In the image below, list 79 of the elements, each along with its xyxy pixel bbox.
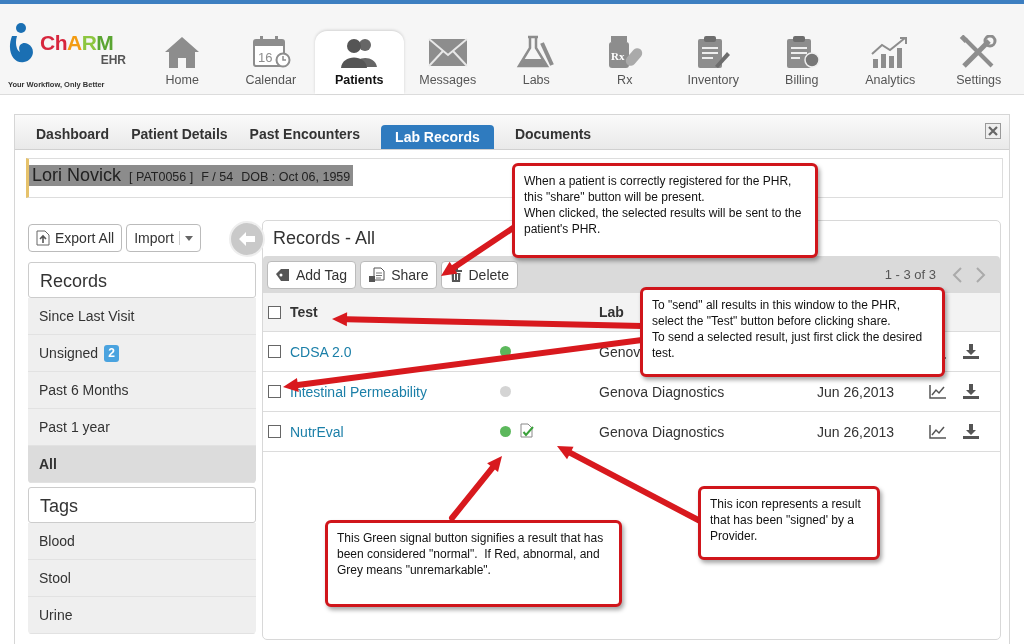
import-button[interactable]: Import	[126, 224, 201, 252]
nav-tab[interactable]: Settings	[934, 31, 1023, 94]
documents-icon	[369, 266, 386, 283]
caret-icon	[184, 235, 193, 241]
arrow	[449, 456, 502, 521]
sidebar-item-label: Past 1 year	[39, 418, 110, 437]
sidebar-item-label: Past 6 Months	[39, 381, 129, 400]
callout-note: To "send" all results in this window to the PHR, select the "Test" button before clicking share. To send a selected result, just first click the desired test.	[640, 287, 945, 377]
download-icon[interactable]	[963, 344, 979, 359]
toolbar-button[interactable]: Share	[360, 260, 438, 289]
callout-note: This icon represents a result that has been "signed' by a Provider.	[698, 486, 880, 560]
nav-tab[interactable]: Inventory	[669, 31, 758, 94]
sidebar-item[interactable]: Stool	[28, 560, 256, 597]
patient-id: [ PAT0056 ]	[129, 170, 194, 184]
callout-note: When a patient is correctly registered for the PHR, this "share" button will be present. When clicked, the selected results will be sent to the patient's PHR.	[512, 163, 818, 258]
callout-note: This Green signal button signifies a result that has been considered "normal". If Red, abnormal, and Grey means "unremarkable".	[325, 520, 622, 607]
nav-tab[interactable]: 16 Calendar	[226, 31, 315, 94]
column-header[interactable]: Lab	[599, 304, 624, 320]
tab[interactable]: Dashboard	[25, 122, 121, 146]
sidebar-item[interactable]: Urine	[28, 597, 256, 634]
sidebar-item[interactable]: Since Last Visit	[28, 298, 256, 335]
tab[interactable]: Documents	[503, 122, 603, 146]
download-icon[interactable]	[963, 384, 979, 399]
checkbox[interactable]	[268, 305, 281, 319]
patient-sex-age: F / 54	[201, 170, 234, 184]
checkbox[interactable]	[268, 425, 281, 438]
nav-tab[interactable]: Labs	[492, 31, 581, 94]
lab-name: Genova Diagnostics	[599, 383, 725, 400]
patient-dob: DOB : Oct 06, 1959	[241, 170, 351, 184]
section-header: Tags	[28, 487, 256, 523]
tools-icon	[958, 35, 999, 69]
section-header: Records	[28, 262, 256, 298]
nav-tab[interactable]: Billing	[757, 31, 846, 94]
brand-name: ChARM	[40, 31, 115, 54]
sidebar-item[interactable]: Past 6 Months	[28, 372, 256, 409]
sidebar-item-label: All	[39, 455, 57, 474]
document-arrow-icon	[36, 230, 50, 246]
tab[interactable]: Past Encounters	[238, 122, 372, 146]
envelope-icon	[426, 35, 469, 69]
lab-name: Genova Diagnostics	[599, 423, 725, 440]
left-arrow-icon	[239, 232, 255, 246]
checkbox[interactable]	[268, 345, 281, 358]
close-icon	[988, 126, 998, 136]
count-badge: 2	[104, 344, 119, 362]
sidebar-item[interactable]: Blood	[28, 523, 256, 560]
sidebar-item-label: Blood	[39, 532, 75, 551]
nav-tab[interactable]: Analytics	[846, 31, 935, 94]
test-link[interactable]: CDSA 2.0	[290, 343, 352, 360]
line-chart-icon[interactable]	[929, 384, 946, 399]
patient-name: Lori Novick	[32, 165, 122, 186]
brand-suffix: EHR	[100, 53, 127, 69]
checkbox[interactable]	[268, 385, 281, 398]
close-button[interactable]	[985, 123, 1001, 139]
nav-tab[interactable]: Messages	[403, 31, 492, 94]
panel-title: Records - All	[273, 228, 376, 250]
nav-tab[interactable]: Home	[138, 31, 227, 94]
tab[interactable]: Patient Details	[120, 122, 239, 146]
nav-tab[interactable]: Patients	[315, 31, 404, 94]
column-header[interactable]: Test	[290, 304, 318, 320]
export-button[interactable]: Export All	[28, 224, 123, 252]
sidebar-item-label: Urine	[39, 606, 73, 625]
sidebar-item-label: Stool	[39, 569, 71, 588]
download-icon[interactable]	[963, 424, 979, 439]
tag-icon	[276, 268, 290, 281]
sidebar-item-label: Since Last Visit	[39, 307, 135, 326]
tab[interactable]: Lab Records	[381, 125, 494, 149]
test-link[interactable]: Intestinal Permeability	[290, 383, 427, 400]
date-text: Jun 26,2013	[817, 383, 895, 400]
sidebar-item[interactable]: Unsigned 2	[28, 335, 256, 372]
lab-name: Genov	[599, 343, 641, 360]
date-text: Jun 26,2013	[817, 423, 895, 440]
toolbar-button[interactable]: Add Tag	[267, 260, 357, 289]
sidebar-item[interactable]: All	[28, 446, 256, 483]
pager-text: 1 - 3 of 3	[884, 267, 936, 282]
nav-tab[interactable]: Rx Rx	[580, 31, 669, 94]
sidebar-item-label: Unsigned	[39, 344, 99, 363]
line-chart-icon[interactable]	[929, 424, 946, 439]
test-link[interactable]: NutrEval	[290, 423, 344, 440]
toolbar-button[interactable]: Delete	[441, 260, 518, 289]
